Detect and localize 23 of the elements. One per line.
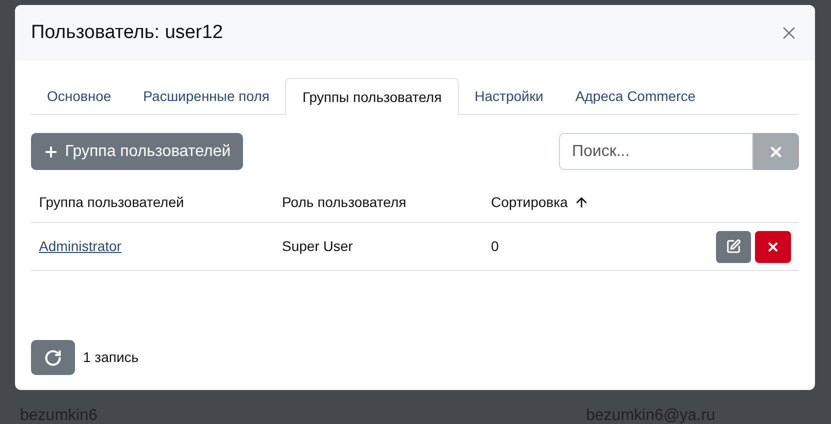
close-icon — [766, 240, 780, 254]
tab[interactable]: Адреса Commerce — [559, 78, 712, 115]
tab[interactable]: Настройки — [458, 78, 560, 115]
delete-button[interactable] — [755, 230, 791, 262]
record-count: 1 запись — [83, 348, 139, 367]
column-header[interactable]: Группа пользователей — [39, 192, 184, 213]
table-cell: Super User — [282, 238, 353, 254]
add-group-button[interactable]: Группа пользователей — [31, 133, 243, 170]
search-field[interactable]: Поиск... — [559, 133, 753, 170]
clear-search-button[interactable] — [753, 133, 799, 170]
plus-icon — [43, 144, 59, 160]
group-link[interactable]: Administrator — [39, 238, 122, 254]
modal-title: Пользователь: user12 — [31, 20, 223, 45]
tab[interactable]: Расширенные поля — [127, 78, 286, 115]
edit-button[interactable] — [716, 230, 751, 262]
column-header[interactable]: Сортировка — [491, 192, 568, 213]
table-cell: 0 — [491, 238, 499, 254]
tab[interactable]: Основное — [31, 78, 128, 115]
refresh-icon — [44, 348, 62, 366]
edit-icon — [726, 239, 741, 254]
tab[interactable]: Группы пользователя — [285, 78, 459, 116]
column-header[interactable]: Роль пользователя — [282, 192, 406, 213]
refresh-button[interactable] — [31, 340, 75, 375]
